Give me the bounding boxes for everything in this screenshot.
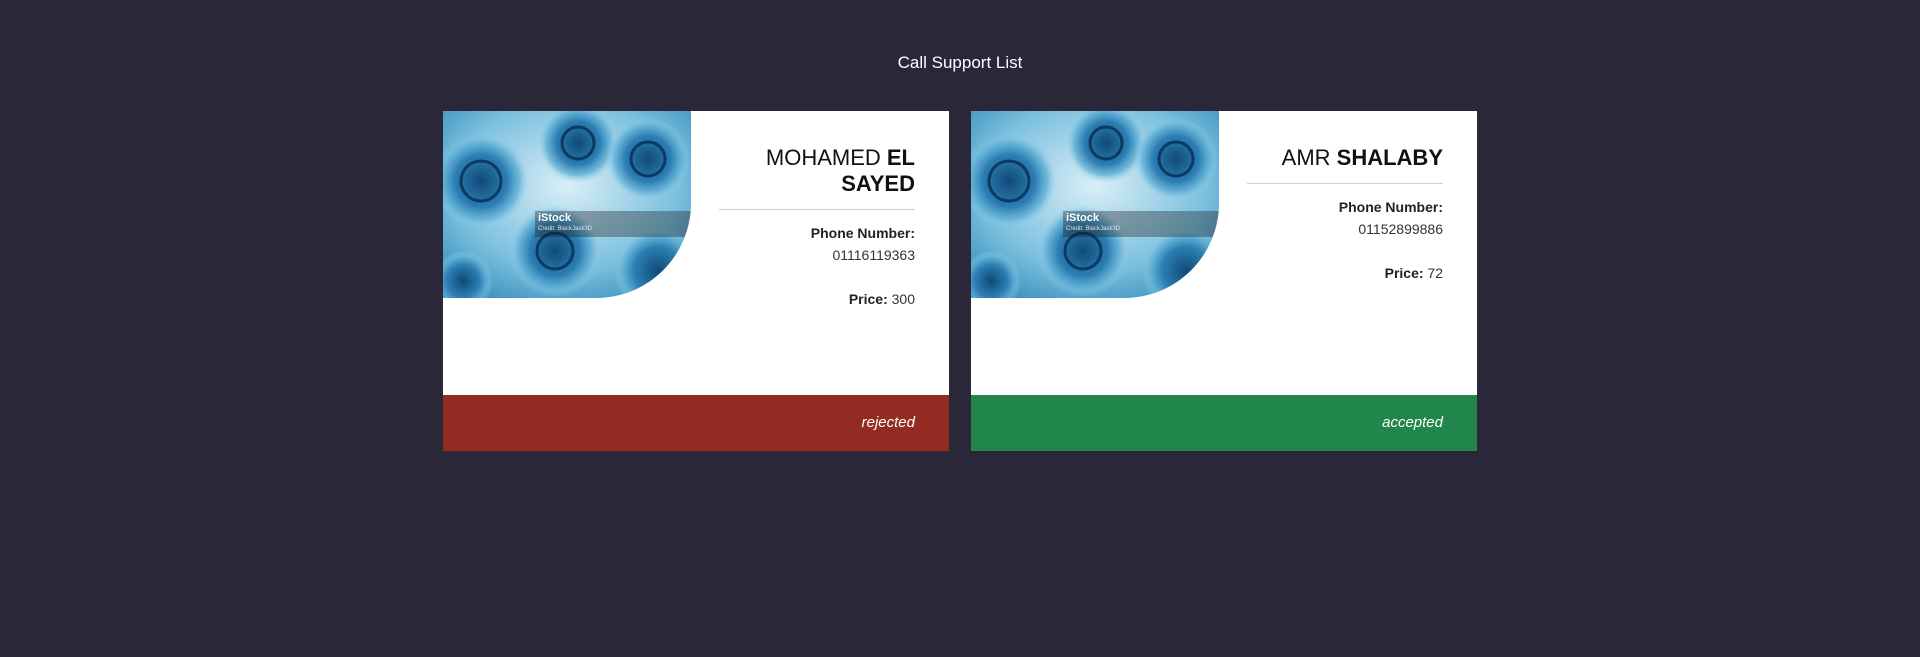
- virus-cells-photo-icon: [971, 111, 1219, 298]
- support-card-list: iStock Credit: BlackJack3D MOHAMED EL SA…: [443, 111, 1477, 451]
- image-credit: Credit: BlackJack3D: [1066, 226, 1121, 232]
- price-label: Price:: [848, 291, 888, 307]
- image-watermark: iStock: [1066, 212, 1100, 224]
- phone-label: Phone Number:: [1338, 199, 1443, 215]
- image-credit: Credit: BlackJack3D: [538, 226, 593, 232]
- virus-cells-photo-icon: [443, 111, 691, 298]
- status-bar-rejected: rejected: [443, 395, 949, 451]
- last-name: SHALABY: [1336, 145, 1443, 170]
- price-value: 300: [891, 291, 915, 307]
- status-bar-accepted: accepted: [971, 395, 1477, 451]
- price-value: 72: [1427, 265, 1443, 281]
- virus-cells-image: iStock Credit: BlackJack3D: [443, 111, 691, 298]
- phone-number: 01152899886: [1358, 221, 1443, 237]
- contact-name: AMR SHALABY: [1247, 145, 1443, 184]
- phone-label: Phone Number:: [810, 225, 915, 241]
- price-row: Price: 300: [719, 288, 915, 310]
- virus-cells-image: iStock Credit: BlackJack3D: [971, 111, 1219, 298]
- contact-name: MOHAMED EL SAYED: [719, 145, 915, 210]
- first-name: AMR: [1281, 145, 1337, 170]
- card-info: AMR SHALABY Phone Number: 01152899886 Pr…: [1247, 145, 1443, 284]
- phone-number: 01116119363: [832, 247, 915, 263]
- support-card: iStock Credit: BlackJack3D MOHAMED EL SA…: [443, 111, 949, 451]
- price-row: Price: 72: [1247, 262, 1443, 284]
- image-watermark: iStock: [538, 212, 572, 224]
- first-name: MOHAMED: [765, 145, 887, 170]
- price-label: Price:: [1384, 265, 1424, 281]
- page-title: Call Support List: [897, 53, 1023, 72]
- card-info: MOHAMED EL SAYED Phone Number: 011161193…: [719, 145, 915, 310]
- support-card: iStock Credit: BlackJack3D AMR SHALABY P…: [971, 111, 1477, 451]
